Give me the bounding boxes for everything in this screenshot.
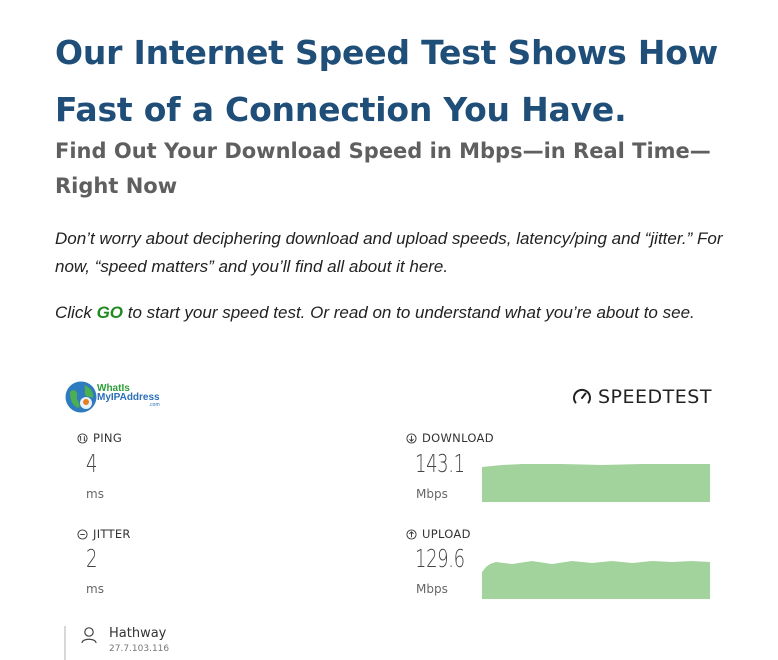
upload-unit: Mbps xyxy=(416,582,448,596)
download-label-text: DOWNLOAD xyxy=(422,431,494,445)
cta-text-after: to start your speed test. Or read on to … xyxy=(123,303,695,322)
user-icon xyxy=(81,627,97,644)
jitter-icon xyxy=(77,528,88,540)
download-speed-graph xyxy=(482,464,710,502)
upload-label: UPLOAD xyxy=(406,527,471,541)
upload-speed-graph xyxy=(482,561,710,599)
ping-label: PING xyxy=(77,431,122,445)
download-graph-area xyxy=(482,464,710,502)
go-link[interactable]: GO xyxy=(97,303,123,322)
jitter-label-text: JITTER xyxy=(93,527,131,541)
jitter-label: JITTER xyxy=(77,527,131,541)
isp-ip-address: 27.7.103.116 xyxy=(109,644,170,654)
upload-arrow-icon xyxy=(406,528,417,540)
ping-value: 4 xyxy=(86,449,98,478)
isp-divider xyxy=(64,626,66,660)
download-arrow-icon xyxy=(406,432,417,444)
speedtest-brand-text: SPEEDTEST xyxy=(598,386,712,408)
ping-unit: ms xyxy=(86,487,104,501)
page-subtitle: Find Out Your Download Speed in Mbps—in … xyxy=(55,139,711,198)
upload-graph-area xyxy=(482,561,710,599)
logo-text: WhatIs MyIPAddress .com xyxy=(97,384,160,409)
download-value: 143.1 xyxy=(415,449,465,478)
cta-text-before: Click xyxy=(55,303,97,322)
cta-paragraph: Click GO to start your speed test. Or re… xyxy=(55,299,745,327)
upload-label-text: UPLOAD xyxy=(422,527,471,541)
isp-info: Hathway 27.7.103.116 xyxy=(64,624,264,660)
page-title: Our Internet Speed Test Shows How Fast o… xyxy=(55,33,719,129)
intro-paragraph: Don’t worry about deciphering download a… xyxy=(55,229,723,276)
upload-value: 129.6 xyxy=(415,544,465,573)
download-unit: Mbps xyxy=(416,487,448,501)
speedtest-brand[interactable]: SPEEDTEST xyxy=(572,386,712,408)
download-label: DOWNLOAD xyxy=(406,431,494,445)
isp-name: Hathway xyxy=(109,626,167,641)
ping-label-text: PING xyxy=(93,431,123,445)
page: Our Internet Speed Test Shows How Fast o… xyxy=(0,0,778,660)
globe-logo-icon xyxy=(65,381,97,413)
jitter-unit: ms xyxy=(86,582,104,596)
whatismyipaddress-logo[interactable]: WhatIs MyIPAddress .com xyxy=(64,379,164,415)
speedometer-icon xyxy=(573,388,591,404)
jitter-value: 2 xyxy=(86,544,98,573)
ping-icon xyxy=(77,432,88,444)
